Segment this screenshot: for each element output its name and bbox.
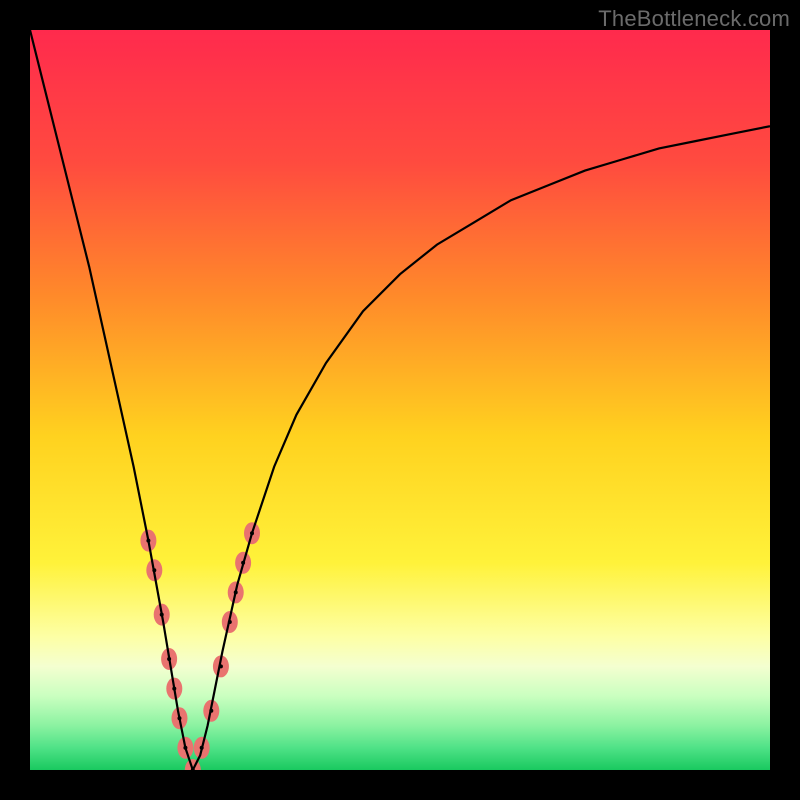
chart-frame: TheBottleneck.com [0, 0, 800, 800]
gradient-background [30, 30, 770, 770]
plot-area [30, 30, 770, 770]
watermark-text: TheBottleneck.com [598, 6, 790, 32]
chart-svg [30, 30, 770, 770]
